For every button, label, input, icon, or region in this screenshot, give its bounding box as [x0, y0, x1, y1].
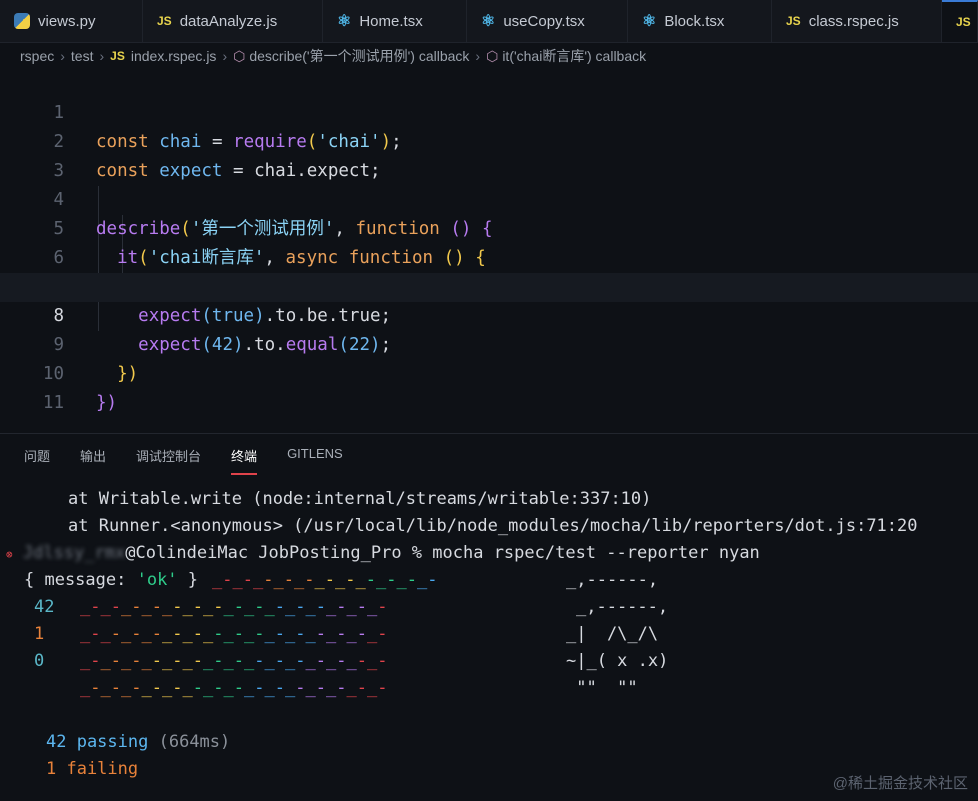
- line-number: 11: [42, 393, 64, 413]
- nyan-cat-line: _,------,: [566, 570, 659, 590]
- nyan-rainbow-row: _-_-_-_-_-_-_-_-_-_-_-_-_-_-_-: [80, 678, 388, 698]
- tab-debug-console[interactable]: 调试控制台: [136, 446, 201, 475]
- tab-label: class.rspec.js: [808, 12, 899, 30]
- prompt-command: @ColindeiMac JobPosting_Pro % mocha rspe…: [125, 543, 760, 563]
- terminal-prompt-line: ⊗ Jdlssy_rmx@ColindeiMac JobPosting_Pro …: [6, 540, 760, 567]
- editor-tab-bar: views.py JS dataAnalyze.js ⚛ Home.tsx ⚛ …: [0, 0, 978, 43]
- tab-problems[interactable]: 问题: [24, 446, 50, 475]
- code-line: 6 // 使用 expect 风格断言: [0, 215, 978, 297]
- terminal-message-line: { message: 'ok' }: [24, 570, 199, 590]
- failing-summary: 1 failing: [46, 759, 139, 779]
- tab-label: views.py: [38, 12, 96, 30]
- code-line-current: 8 expect(42).to.equal(22);: [0, 273, 978, 355]
- code-line: 1 const chai = require('chai');: [0, 70, 978, 152]
- js-icon: JS: [157, 14, 172, 28]
- passing-summary: 42 passing (664ms): [46, 732, 231, 752]
- js-icon: JS: [786, 14, 801, 28]
- tab-gitlens[interactable]: GITLENS: [287, 446, 343, 475]
- nyan-cat-line: "" "": [566, 678, 638, 698]
- nyan-rainbow-row: _-_-_-_-_-_-_-_-_-_-_-_-_-_-_-: [80, 624, 388, 644]
- tab-usecopy-tsx[interactable]: ⚛ useCopy.tsx: [467, 0, 628, 42]
- tab-label: Block.tsx: [664, 12, 725, 30]
- tab-block-tsx[interactable]: ⚛ Block.tsx: [628, 0, 772, 42]
- react-icon: ⚛: [642, 13, 657, 30]
- chevron-right-icon: ›: [60, 48, 65, 64]
- nyan-rainbow-row: _-_-_-_-_-_-_-_-_-_-_-_-_-_-_-: [80, 597, 388, 617]
- tab-views-py[interactable]: views.py: [0, 0, 143, 42]
- error-marker-icon: ⊗: [6, 548, 13, 561]
- message-value: 'ok': [136, 570, 178, 590]
- breadcrumb-file[interactable]: index.rspec.js: [131, 48, 217, 64]
- terminal-stack-line: at Writable.write (node:internal/streams…: [68, 489, 652, 509]
- chevron-right-icon: ›: [222, 48, 228, 64]
- code-editor[interactable]: 1 const chai = require('chai'); 2 const …: [0, 70, 978, 433]
- code-line: 5 it('chai断言库', async function () {: [0, 186, 978, 268]
- js-icon: JS: [110, 49, 125, 63]
- breadcrumb-symbol-describe[interactable]: describe('第一个测试用例') callback: [249, 46, 469, 66]
- tab-index-rspec-js[interactable]: JS: [942, 0, 978, 42]
- nyan-rainbow-row: _-_-_-_-_-_-_-_-_-_-_-_-_-_-_-: [80, 651, 388, 671]
- code-line: 2 const expect = chai.expect;: [0, 99, 978, 181]
- breadcrumb-root[interactable]: rspec: [20, 48, 54, 64]
- code-line: 4 describe('第一个测试用例', function () {: [0, 157, 978, 239]
- prompt-user: Jdlssy_rmx: [22, 543, 126, 563]
- tab-label: dataAnalyze.js: [179, 12, 278, 30]
- symbol-cube-icon: ⬡: [233, 47, 246, 64]
- code-line: 9 }): [0, 302, 978, 384]
- terminal-stack-line: at Runner.<anonymous> (/usr/local/lib/no…: [68, 516, 918, 536]
- code-line: 3: [0, 128, 978, 181]
- tab-label: Home.tsx: [359, 12, 423, 30]
- breadcrumb-symbol-it[interactable]: it('chai断言库') callback: [502, 46, 646, 66]
- code-line: 10 }): [0, 331, 978, 413]
- breadcrumb-folder[interactable]: test: [71, 48, 94, 64]
- nyan-failing-count: 1: [34, 624, 45, 644]
- chevron-right-icon: ›: [475, 48, 481, 64]
- tab-output[interactable]: 输出: [80, 446, 106, 475]
- chevron-right-icon: ›: [99, 48, 105, 64]
- tab-class-rspec-js[interactable]: JS class.rspec.js: [772, 0, 942, 42]
- nyan-cat-line: ~|_( x .x): [566, 651, 669, 671]
- code-line: 7 expect(true).to.be.true;: [0, 244, 978, 326]
- panel-tabs: 问题 输出 调试控制台 终端 GITLENS: [24, 446, 373, 475]
- watermark: @稀土掘金技术社区: [832, 775, 968, 792]
- code-line: 11: [0, 360, 978, 413]
- python-icon: [14, 13, 30, 29]
- js-icon: JS: [956, 15, 971, 29]
- tab-dataanalyze-js[interactable]: JS dataAnalyze.js: [143, 0, 323, 42]
- nyan-rainbow-row: _-_-_-_-_-_-_-_-_-_-_-: [212, 570, 438, 590]
- tab-terminal[interactable]: 终端: [231, 446, 258, 475]
- breadcrumb: rspec › test › JS index.rspec.js › ⬡ des…: [0, 42, 978, 70]
- nyan-pending-count: 0: [34, 651, 45, 671]
- nyan-cat-line: _| /\_/\: [566, 624, 659, 644]
- symbol-cube-icon: ⬡: [486, 47, 499, 64]
- tab-home-tsx[interactable]: ⚛ Home.tsx: [323, 0, 467, 42]
- tab-label: useCopy.tsx: [503, 12, 585, 30]
- nyan-cat-line: _,------,: [576, 597, 669, 617]
- bottom-panel: 问题 输出 调试控制台 终端 GITLENS at Writable.write…: [0, 433, 978, 801]
- react-icon: ⚛: [481, 13, 496, 30]
- nyan-passing-count: 42: [34, 597, 55, 617]
- react-icon: ⚛: [337, 13, 352, 30]
